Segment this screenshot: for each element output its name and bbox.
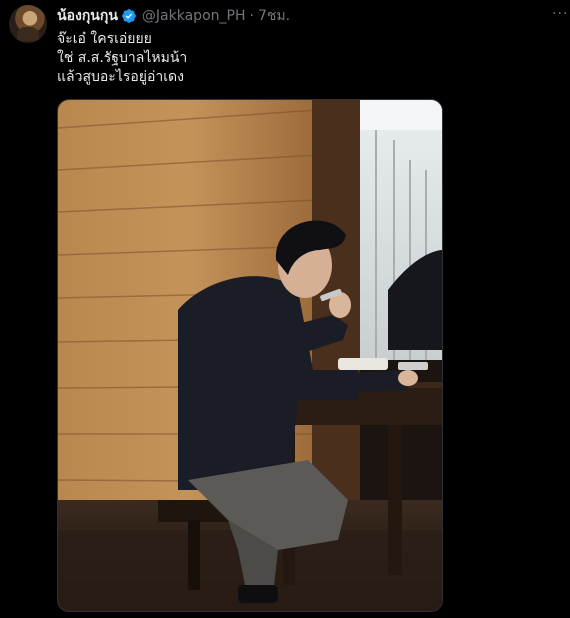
more-options-icon[interactable]: ··· — [552, 7, 568, 21]
avatar[interactable] — [9, 5, 47, 43]
tweet-text: จ๊ะเอ๋ ใครเอ่ยยย ใช่ ส.ส.รัฐบาลไหมน้า แล… — [57, 30, 537, 87]
verified-badge-icon — [121, 8, 137, 24]
display-name[interactable]: น้องกุนกุน — [57, 5, 118, 27]
tweet-photo[interactable] — [57, 99, 443, 612]
tweet-text-line: ใช่ ส.ส.รัฐบาลไหมน้า — [57, 50, 188, 66]
tweet[interactable]: น้องกุนกุน @Jakkapon_PH · 7ชม. ··· จ๊ะเอ… — [0, 0, 570, 618]
separator-dot: · — [249, 8, 254, 24]
tweet-header: น้องกุนกุน @Jakkapon_PH · 7ชม. — [57, 6, 290, 26]
photo-illustration — [58, 100, 442, 611]
user-handle[interactable]: @Jakkapon_PH — [142, 8, 246, 24]
timestamp[interactable]: 7ชม. — [258, 5, 290, 27]
tweet-text-line: จ๊ะเอ๋ ใครเอ่ยยย — [57, 31, 152, 47]
tweet-text-line: แล้วสูบอะไรอยู่อ่าเดง — [57, 69, 184, 85]
